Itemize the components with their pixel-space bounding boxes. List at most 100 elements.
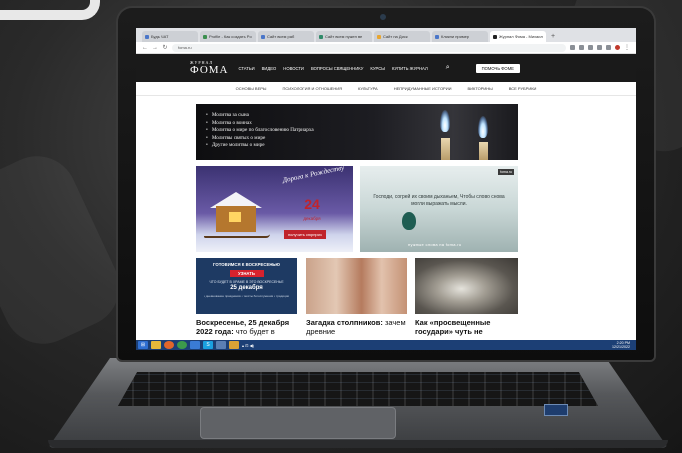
menu-item-courses[interactable]: КУРСЫ — [370, 66, 385, 71]
menu-icon[interactable]: ⋮ — [624, 44, 630, 51]
tab-favicon-icon — [435, 34, 439, 39]
get-surprise-button[interactable]: получить сюрприз — [284, 230, 326, 239]
article-title-bold: Как «просвещенные государи» чуть не — [415, 318, 491, 336]
windows-taskbar: ⊞ S ▴ ⊡ ◀) 2:20 PM 12/21/2022 — [136, 340, 636, 350]
laptop-screen: Будь ЧАТ Profile - Как создать Po Сайт в… — [136, 28, 636, 350]
skype-icon[interactable]: S — [203, 341, 213, 349]
extension-icon[interactable] — [606, 45, 611, 50]
tab-label: Сайт всем нужен ве — [325, 34, 363, 39]
touchpad — [200, 407, 396, 439]
main-menu: СТАТЬИ ВИДЕО НОВОСТИ ВОПРОСЫ СВЯЩЕННИКУ … — [239, 66, 428, 71]
quote-tag: foma.ru — [498, 169, 514, 175]
tab-label: Profile - Как создать Po — [209, 34, 252, 39]
category-psychology[interactable]: ПСИХОЛОГИЯ И ОТНОШЕНИЯ — [282, 86, 342, 91]
browser-tab[interactable]: Сайт всем раб — [258, 31, 314, 42]
elder-portrait-image[interactable] — [415, 258, 518, 314]
browser-tab-active[interactable]: Журнал Фома - Михаил — [490, 31, 546, 42]
advent-card[interactable]: Дорога к Рождеству 24 декабря получить с… — [196, 166, 353, 252]
advent-title: Дорога к Рождеству — [281, 166, 345, 185]
menu-item-news[interactable]: НОВОСТИ — [283, 66, 304, 71]
browser-tab[interactable]: Кликни пример — [432, 31, 488, 42]
forward-icon[interactable]: → — [152, 45, 158, 51]
tab-favicon-icon — [261, 34, 265, 39]
quote-caption: нужные слова на foma.ru — [408, 242, 462, 247]
file-explorer-icon[interactable] — [151, 341, 161, 349]
back-icon[interactable]: ← — [142, 45, 148, 51]
browser-toolbar: ← → ↻ foma.ru ⋮ — [136, 42, 636, 54]
prayer-link[interactable]: Молитвы святых о мире — [206, 135, 314, 143]
menu-item-video[interactable]: ВИДЕО — [262, 66, 277, 71]
article-title[interactable]: Загадка столпников: зачем древние — [306, 318, 410, 336]
browser-tab[interactable]: Сайт всем нужен ве — [316, 31, 372, 42]
quote-card[interactable]: foma.ru Господи, согрей их своим дыханье… — [360, 166, 518, 252]
system-tray-icon[interactable]: ▴ ⊡ ◀) — [242, 343, 254, 348]
browser-tab-strip: Будь ЧАТ Profile - Как создать Po Сайт в… — [136, 28, 636, 42]
menu-item-articles[interactable]: СТАТЬИ — [239, 66, 255, 71]
category-quizzes[interactable]: ВИКТОРИНЫ — [467, 86, 492, 91]
tab-favicon-icon — [145, 34, 149, 39]
keyboard-backlight — [118, 372, 598, 406]
menu-item-buy-magazine[interactable]: КУПИТЬ ЖУРНАЛ — [392, 66, 428, 71]
prayer-list: Молитва за сына Молитва о воинах Молитва… — [206, 112, 314, 150]
laptop-lid: Будь ЧАТ Profile - Как создать Po Сайт в… — [118, 8, 654, 360]
laptop-sticker — [544, 404, 568, 416]
address-bar[interactable]: foma.ru — [172, 43, 566, 52]
candle-icon — [479, 142, 488, 160]
tab-label: Сайт всем раб — [267, 34, 295, 39]
tab-favicon-icon — [203, 34, 207, 39]
category-nav: ОСНОВЫ ВЕРЫ ПСИХОЛОГИЯ И ОТНОШЕНИЯ КУЛЬТ… — [136, 82, 636, 96]
category-all[interactable]: ВСЕ РУБРИКИ — [509, 86, 537, 91]
browser-tab[interactable]: Будь ЧАТ — [142, 31, 198, 42]
webcam-icon — [380, 14, 386, 20]
tab-label: Будь ЧАТ — [151, 34, 169, 39]
learn-button[interactable]: УЗНАТЬ — [229, 270, 264, 277]
reload-icon[interactable]: ↻ — [162, 44, 168, 51]
site-logo[interactable]: ЖУРНАЛ ФОМА — [190, 60, 229, 76]
sunday-subheading: ЧТО БУДЕТ В ХРАМЕ В ЭТО ВОСКРЕСЕНЬЕ — [209, 280, 284, 284]
article-title-bold: Загадка столпников: — [306, 318, 383, 327]
search-icon[interactable]: ⌕ — [446, 64, 450, 72]
windows-start-icon[interactable]: ⊞ — [138, 341, 148, 349]
category-culture[interactable]: КУЛЬТУРА — [358, 86, 378, 91]
stylites-fresco-image[interactable] — [306, 258, 407, 314]
help-foma-button[interactable]: ПОМОЧЬ ФОМЕ — [475, 63, 520, 73]
article-title[interactable]: Как «просвещенные государи» чуть не — [415, 318, 519, 336]
tab-favicon-icon — [493, 34, 497, 39]
article-title[interactable]: Воскресенье, 25 декабря 2022 года: что б… — [196, 318, 300, 336]
candle-flame-icon — [478, 116, 488, 138]
prayer-link[interactable]: Другие молитвы о мире — [206, 142, 314, 150]
tab-label: Сайт на Диск — [383, 34, 408, 39]
taskbar-clock[interactable]: 2:20 PM 12/21/2022 — [612, 341, 630, 349]
advent-month: декабря — [303, 216, 321, 221]
background-shape — [0, 143, 133, 357]
prayers-banner[interactable]: Молитва за сына Молитва о воинах Молитва… — [196, 104, 518, 160]
app-icon[interactable] — [216, 341, 226, 349]
extension-icon[interactable] — [597, 45, 602, 50]
background-logo — [0, 0, 100, 20]
app-icon[interactable] — [229, 341, 239, 349]
browser-tab[interactable]: Сайт на Диск — [374, 31, 430, 42]
prayer-link[interactable]: Молитва за сына — [206, 112, 314, 120]
extension-icon[interactable] — [588, 45, 593, 50]
advent-date: 24 — [304, 196, 320, 212]
new-tab-icon[interactable]: + — [548, 31, 558, 42]
candle-icon — [441, 138, 450, 160]
menu-item-questions[interactable]: ВОПРОСЫ СВЯЩЕННИКУ — [311, 66, 363, 71]
app-icon[interactable] — [190, 341, 200, 349]
logo-title: ФОМА — [190, 63, 229, 76]
prayer-link[interactable]: Молитва о мире по благословению Патриарх… — [206, 127, 314, 135]
browser-tab[interactable]: Profile - Как создать Po — [200, 31, 256, 42]
extension-icon[interactable] — [570, 45, 575, 50]
quote-text: Господи, согрей их своим дыханьем, Чтобы… — [373, 194, 505, 207]
category-stories[interactable]: НЕПРИДУМАННЫЕ ИСТОРИИ — [394, 86, 452, 91]
firefox-icon[interactable] — [164, 341, 174, 349]
chrome-icon[interactable] — [177, 341, 187, 349]
extension-icon[interactable] — [579, 45, 584, 50]
laptop-front-edge — [48, 440, 668, 448]
sunday-card[interactable]: ГОТОВИМСЯ К ВОСКРЕСЕНЬЮ УЗНАТЬ ЧТО БУДЕТ… — [196, 258, 297, 314]
profile-icon[interactable] — [615, 45, 620, 50]
tab-favicon-icon — [377, 34, 381, 39]
tab-label: Журнал Фома - Михаил — [499, 34, 543, 39]
category-faith-basics[interactable]: ОСНОВЫ ВЕРЫ — [236, 86, 267, 91]
tab-label: Кликни пример — [441, 34, 470, 39]
